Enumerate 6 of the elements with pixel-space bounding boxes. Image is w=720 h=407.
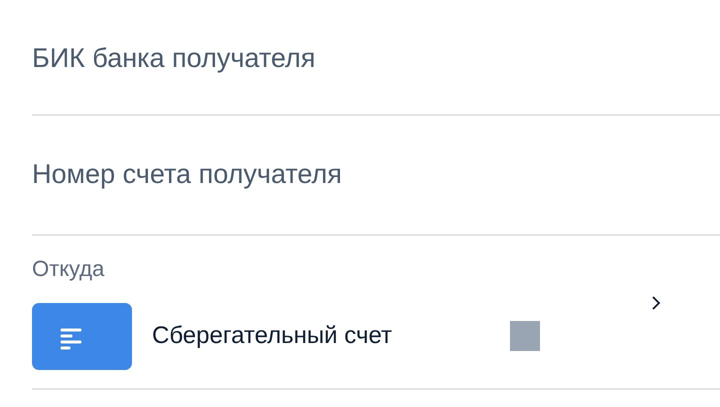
chevron-right-icon <box>651 295 661 311</box>
placeholder-square <box>510 321 540 351</box>
account-name: Сберегательный счет <box>152 322 392 350</box>
input-field[interactable]: БИК банка получателя <box>32 40 720 76</box>
text-lines-icon <box>32 302 132 370</box>
input-field[interactable]: Номер счета получателя <box>32 156 720 192</box>
